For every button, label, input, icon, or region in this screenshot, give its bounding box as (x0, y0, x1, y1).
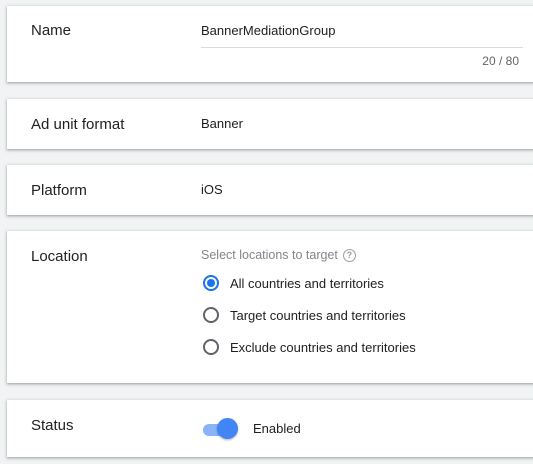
ad-unit-format-value: Banner (201, 116, 243, 131)
help-icon[interactable]: ? (342, 248, 356, 262)
platform-value: iOS (201, 182, 223, 197)
radio-exclude-countries[interactable]: Exclude countries and territories (203, 339, 416, 355)
location-card: Location Select locations to target ? Al… (7, 231, 533, 383)
radio-target-countries[interactable]: Target countries and territories (203, 307, 406, 323)
status-label: Status (31, 417, 74, 434)
location-hint: Select locations to target ? (201, 248, 356, 262)
radio-label: Target countries and territories (230, 307, 406, 323)
location-hint-text: Select locations to target (201, 248, 338, 262)
radio-unchecked-icon[interactable] (203, 307, 219, 323)
radio-label: Exclude countries and territories (230, 339, 416, 355)
name-input-value: BannerMediationGroup (201, 23, 336, 38)
name-label: Name (31, 22, 72, 39)
character-counter: 20 / 80 (482, 54, 519, 68)
ad-unit-format-card: Ad unit format Banner (7, 99, 533, 149)
status-toggle[interactable] (201, 418, 239, 440)
platform-card: Platform iOS (7, 165, 533, 215)
name-input[interactable]: BannerMediationGroup (201, 22, 523, 48)
radio-label: All countries and territories (230, 275, 384, 291)
platform-label: Platform (31, 182, 87, 199)
radio-unchecked-icon[interactable] (203, 339, 219, 355)
status-card: Status Enabled (7, 400, 533, 457)
radio-all-countries[interactable]: All countries and territories (203, 275, 384, 291)
location-label: Location (31, 248, 88, 265)
toggle-thumb (217, 418, 238, 439)
status-toggle-label: Enabled (253, 421, 301, 436)
name-card: Name BannerMediationGroup 20 / 80 (7, 6, 533, 82)
radio-checked-icon[interactable] (203, 275, 219, 291)
ad-unit-format-label: Ad unit format (31, 116, 125, 133)
